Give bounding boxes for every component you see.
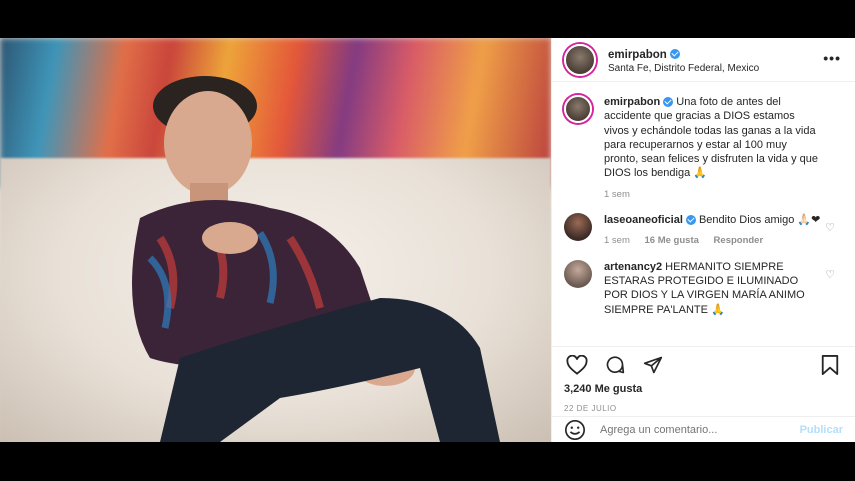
caption: emirpabon Una foto de antes del accident… [564, 95, 841, 201]
action-icons [564, 353, 843, 377]
header-text: emirpabon Santa Fe, Distrito Federal, Me… [608, 44, 759, 75]
bookmark-icon[interactable] [817, 355, 843, 375]
comment-input[interactable] [600, 423, 800, 436]
likes-count[interactable]: 3,240 Me gusta [564, 383, 843, 395]
comment-icon[interactable] [602, 355, 628, 375]
caption-text: Una foto de antes del accidente que grac… [604, 96, 819, 180]
comment-like-heart-icon[interactable]: ♡ [825, 221, 835, 234]
instagram-post: emirpabon Santa Fe, Distrito Federal, Me… [0, 38, 855, 442]
post-comment-button[interactable]: Publicar [800, 424, 843, 436]
verified-badge-icon [669, 48, 680, 59]
location-link[interactable]: Santa Fe, Distrito Federal, Mexico [608, 63, 759, 75]
comment-time[interactable]: 1 sem [604, 235, 630, 246]
action-bar: 3,240 Me gusta 22 DE JULIO [552, 346, 855, 416]
list-item: artenancy2 HERMANITO SIEMPRE ESTARAS PRO… [564, 259, 841, 317]
share-icon[interactable] [640, 355, 666, 375]
emoji-icon[interactable] [564, 419, 586, 441]
verified-badge-icon [663, 97, 674, 108]
list-item: laseoaneoficial Bendito Dios amigo 🙏🏻❤ 1… [564, 213, 841, 248]
heart-icon[interactable] [564, 355, 590, 375]
comment-text: Bendito Dios amigo 🙏🏻❤ [698, 214, 821, 227]
caption-username[interactable]: emirpabon [604, 96, 660, 108]
comment-username[interactable]: laseoaneoficial [604, 214, 683, 226]
more-options-icon[interactable]: ••• [823, 50, 841, 66]
comment-likes[interactable]: 16 Me gusta [645, 235, 699, 246]
avatar[interactable] [564, 95, 592, 123]
person-figure [132, 76, 500, 442]
add-comment-bar: Publicar [552, 416, 855, 442]
comment-like-heart-icon[interactable]: ♡ [825, 268, 835, 281]
post-header: emirpabon Santa Fe, Distrito Federal, Me… [552, 38, 855, 82]
comment-username[interactable]: artenancy2 [604, 261, 662, 273]
post-details-panel: emirpabon Santa Fe, Distrito Federal, Me… [551, 38, 855, 442]
post-photo[interactable] [0, 38, 551, 442]
avatar[interactable] [564, 213, 592, 242]
post-date[interactable]: 22 DE JULIO [564, 404, 843, 413]
avatar[interactable] [564, 259, 592, 288]
comments-list[interactable]: emirpabon Una foto de antes del accident… [552, 83, 855, 346]
username-link[interactable]: emirpabon [608, 49, 667, 61]
verified-badge-icon [685, 215, 696, 226]
reply-button[interactable]: Responder [714, 235, 764, 246]
caption-time[interactable]: 1 sem [604, 189, 630, 200]
avatar[interactable] [564, 43, 596, 76]
